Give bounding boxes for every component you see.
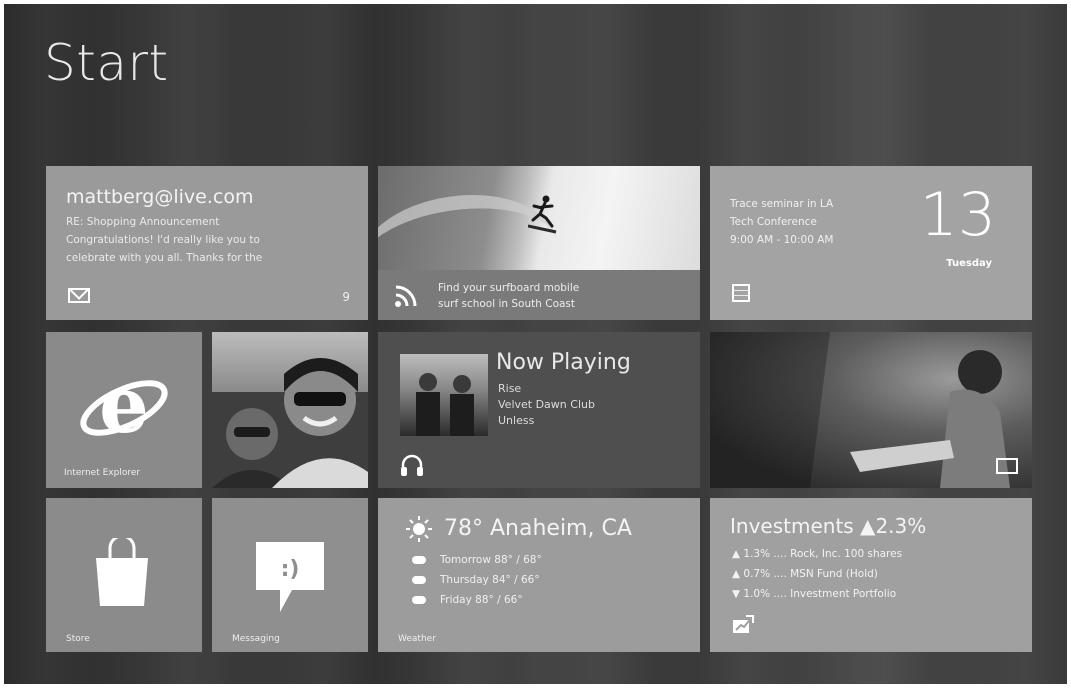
investments-icon — [733, 615, 754, 633]
photo-icon — [996, 458, 1018, 474]
surfer-figure — [528, 195, 557, 234]
news-caption-bar: Find your surfboard mobile surf school i… — [378, 270, 700, 320]
store-label: Store — [66, 634, 90, 644]
ie-icon: e — [80, 362, 168, 451]
calendar-day: Tuesday — [946, 258, 992, 269]
rss-icon — [395, 285, 417, 307]
store-icon — [96, 538, 148, 606]
page-title: Start — [44, 34, 169, 92]
forecast-row: Thursday 84° / 66° — [412, 574, 540, 586]
investment-row: ▲ 1.3% .... Rock, Inc. 100 shares — [732, 548, 903, 560]
artist-name: Velvet Dawn Club — [498, 398, 595, 411]
forecast-text: Tomorrow 88° / 68° — [440, 554, 542, 566]
messaging-label: Messaging — [232, 634, 280, 644]
start-screen: Start mattberg@live.com RE: Shopping Ann… — [4, 4, 1067, 684]
forecast-text: Thursday 84° / 66° — [440, 574, 540, 586]
investment-row: ▲ 0.7% .... MSN Fund (Hold) — [732, 568, 878, 580]
messaging-tile[interactable]: :) Messaging — [212, 498, 368, 652]
mail-subject: RE: Shopping Announcement — [66, 216, 220, 228]
calendar-event-time: 9:00 AM - 10:00 AM — [730, 234, 834, 246]
messaging-icon: :) — [256, 542, 324, 612]
photo-tile[interactable] — [212, 332, 368, 488]
forecast-text: Friday 88° / 66° — [440, 594, 523, 606]
now-playing-title: Now Playing — [496, 350, 631, 375]
music-tile[interactable]: Now Playing Rise Velvet Dawn Club Unless — [378, 332, 700, 488]
news-photo — [378, 166, 700, 320]
album-name: Unless — [498, 414, 535, 427]
calendar-event-location: Tech Conference — [730, 216, 817, 228]
cloud-icon — [412, 556, 426, 564]
sun-icon — [406, 516, 432, 542]
forecast-row: Tomorrow 88° / 68° — [412, 554, 542, 566]
weather-current: 78° Anaheim, CA — [444, 516, 632, 541]
weather-label: Weather — [398, 634, 436, 644]
forecast-row: Friday 88° / 66° — [412, 594, 523, 606]
internet-explorer-tile[interactable]: e Internet Explorer — [46, 332, 202, 488]
mail-address: mattberg@live.com — [66, 186, 254, 208]
news-tile[interactable]: Find your surfboard mobile surf school i… — [378, 166, 700, 320]
song-title: Rise — [498, 382, 522, 395]
ie-label: Internet Explorer — [64, 468, 141, 478]
cloud-icon — [412, 576, 426, 584]
photos-tile[interactable] — [710, 332, 1032, 488]
album-art — [400, 354, 488, 436]
calendar-icon — [732, 284, 750, 302]
mail-preview-line: Congratulations! I'd really like you to — [66, 234, 260, 246]
calendar-event-title: Trace seminar in LA — [730, 198, 834, 210]
mail-tile[interactable]: mattberg@live.com RE: Shopping Announcem… — [46, 166, 368, 320]
svg-text:e: e — [99, 362, 149, 451]
album-figures-icon — [416, 373, 474, 436]
cloud-icon — [412, 596, 426, 604]
person-sitting-photo-icon — [710, 332, 1010, 488]
people-photo-icon — [212, 358, 368, 488]
calendar-date-number: 13 — [919, 180, 996, 250]
weather-tile[interactable]: 78° Anaheim, CA Tomorrow 88° / 68° Thurs… — [378, 498, 700, 652]
investment-row: ▼ 1.0% .... Investment Portfolio — [732, 588, 897, 600]
investments-title: Investments ▲2.3% — [730, 514, 927, 538]
mail-preview-line: celebrate with you all. Thanks for the — [66, 252, 263, 264]
mail-unread-count: 9 — [342, 290, 350, 304]
svg-text::): :) — [281, 557, 300, 582]
mail-icon — [68, 288, 90, 303]
calendar-tile[interactable]: Trace seminar in LA Tech Conference 9:00… — [710, 166, 1032, 320]
headphones-icon — [401, 454, 423, 476]
news-headline-line: surf school in South Coast — [438, 298, 576, 310]
news-headline-line: Find your surfboard mobile — [438, 282, 580, 294]
investments-tile[interactable]: Investments ▲2.3% ▲ 1.3% .... Rock, Inc.… — [710, 498, 1032, 652]
store-tile[interactable]: Store — [46, 498, 202, 652]
